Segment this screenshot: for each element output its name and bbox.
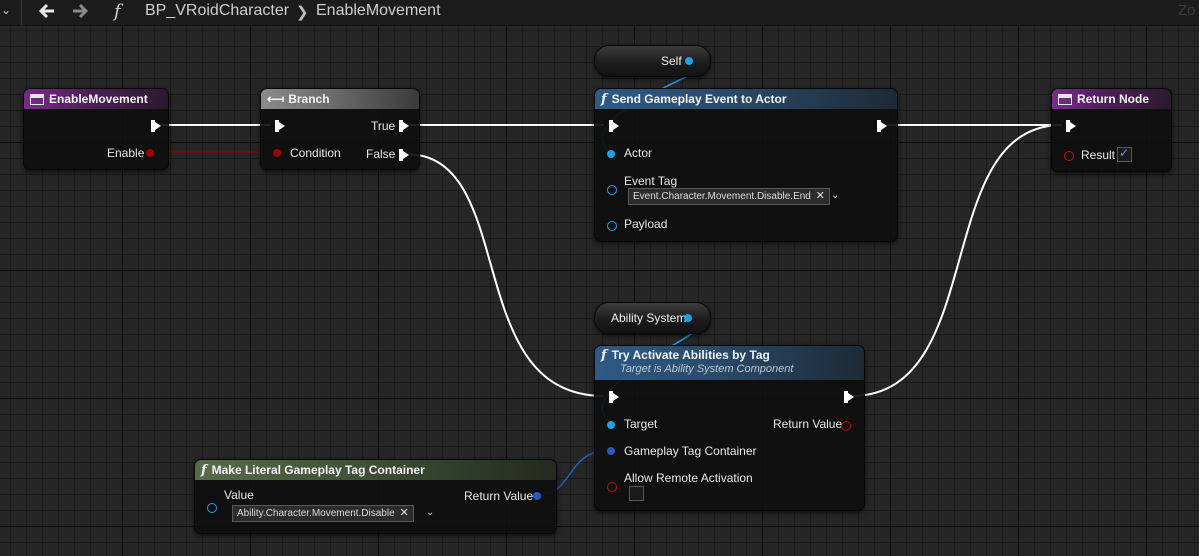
result-bool-pin[interactable]	[1064, 151, 1074, 161]
clear-tag-icon[interactable]: ✕	[816, 189, 825, 204]
var-node-ability-system[interactable]: Ability System	[594, 302, 711, 334]
exec-in-pin[interactable]	[275, 120, 285, 132]
pin-label-payload: Payload	[624, 217, 668, 231]
exec-out-pin[interactable]	[151, 120, 161, 132]
zoom-label: Zo	[1178, 2, 1196, 19]
graph-toolbar: ⌄ f BP_VRoidCharacter ❯ EnableMovement Z…	[0, 0, 1199, 26]
condition-bool-pin[interactable]	[273, 149, 281, 157]
arrow-right-icon	[73, 3, 89, 19]
value-tag[interactable]: Ability.Character.Movement.Disable ✕	[232, 505, 414, 522]
toolbar-divider	[21, 0, 22, 25]
node-return[interactable]: Return Node Result	[1051, 88, 1172, 172]
return-struct-pin[interactable]	[533, 492, 541, 500]
node-header: ⟻ Branch	[261, 89, 419, 109]
allow-remote-bool-pin[interactable]	[607, 482, 617, 492]
exec-out-pin[interactable]	[844, 391, 854, 403]
function-icon: f	[201, 462, 207, 478]
payload-pin[interactable]	[607, 221, 617, 231]
node-branch[interactable]: ⟻ Branch True Condition False	[260, 88, 420, 170]
exec-wire	[405, 153, 605, 397]
function-icon: f	[114, 1, 121, 22]
event-tag-value[interactable]: Event.Character.Movement.Disable.End ✕	[628, 188, 830, 205]
breadcrumb-function[interactable]: EnableMovement	[316, 2, 441, 20]
result-checkbox[interactable]	[1117, 146, 1132, 162]
node-title: Branch	[288, 92, 330, 106]
actor-object-pin[interactable]	[607, 150, 615, 158]
exec-in-pin[interactable]	[1066, 120, 1076, 132]
pin-label-actor: Actor	[624, 146, 653, 160]
function-result-icon	[1058, 93, 1072, 105]
exec-true-pin[interactable]	[399, 120, 409, 132]
var-label-self: Self	[661, 54, 682, 68]
return-bool-pin[interactable]	[841, 421, 851, 431]
chevron-down-icon[interactable]: ⌄	[831, 190, 839, 201]
node-title: Send Gameplay Event to Actor	[611, 92, 787, 106]
function-icon: f	[601, 91, 607, 107]
event-tag-text: Event.Character.Movement.Disable.End	[633, 191, 811, 202]
pin-label-target: Target	[624, 417, 658, 431]
exec-out-pin[interactable]	[877, 120, 887, 132]
target-object-pin[interactable]	[607, 421, 615, 429]
value-pin[interactable]	[207, 503, 217, 513]
node-header: f Try Activate Abilities by Tag Target is…	[595, 346, 864, 380]
pin-label-return-value: Return Value	[464, 489, 534, 503]
pin-label-return-value: Return Value	[773, 417, 843, 431]
node-header: EnableMovement	[24, 89, 168, 109]
node-subtitle: Target is Ability System Component	[620, 363, 794, 375]
pin-label-event-tag: Event Tag	[624, 174, 678, 188]
pin-label-false: False	[366, 147, 396, 161]
chevron-down-icon[interactable]: ⌄	[426, 507, 434, 518]
node-header: f Make Literal Gameplay Tag Container	[195, 460, 556, 480]
node-header: Return Node	[1052, 89, 1171, 109]
node-send-gameplay-event[interactable]: f Send Gameplay Event to Actor Actor Eve…	[594, 88, 898, 242]
forward-button[interactable]	[70, 1, 92, 21]
node-title: Make Literal Gameplay Tag Container	[211, 463, 425, 477]
function-icon: f	[601, 348, 607, 363]
back-button[interactable]	[36, 1, 58, 21]
pin-label-result: Result	[1081, 148, 1116, 162]
node-header: f Send Gameplay Event to Actor	[595, 89, 897, 109]
node-title: Try Activate Abilities by Tag	[611, 348, 770, 362]
var-node-self[interactable]: Self	[594, 45, 711, 77]
clear-tag-icon[interactable]: ✕	[399, 506, 408, 521]
node-enable-movement[interactable]: EnableMovement Enable	[23, 88, 169, 170]
exec-false-pin[interactable]	[399, 149, 409, 161]
tag-container-pin[interactable]	[607, 447, 615, 455]
branch-icon: ⟻	[267, 92, 285, 106]
pin-label-value: Value	[224, 488, 254, 502]
pin-label-enable: Enable	[107, 146, 145, 160]
node-try-activate-abilities[interactable]: f Try Activate Abilities by Tag Target is…	[594, 345, 865, 511]
pin-label-tag-container: Gameplay Tag Container	[624, 444, 757, 458]
chevron-down-icon[interactable]: ⌄	[1, 3, 11, 17]
ability-system-object-pin[interactable]	[684, 314, 692, 322]
node-title: EnableMovement	[49, 92, 148, 106]
pin-label-allow-remote: Allow Remote Activation	[624, 471, 753, 485]
breadcrumb-separator-icon: ❯	[296, 4, 309, 21]
exec-in-pin[interactable]	[609, 120, 619, 132]
enable-bool-pin[interactable]	[146, 149, 154, 157]
pin-label-condition: Condition	[290, 146, 341, 160]
exec-in-pin[interactable]	[609, 391, 619, 403]
node-title: Return Node	[1077, 92, 1149, 106]
arrow-left-icon	[38, 3, 54, 19]
function-entry-icon	[30, 93, 44, 105]
breadcrumb-blueprint[interactable]: BP_VRoidCharacter	[145, 2, 289, 20]
pin-label-true: True	[371, 119, 396, 133]
self-object-pin[interactable]	[685, 57, 693, 65]
node-make-literal-tag-container[interactable]: f Make Literal Gameplay Tag Container Va…	[194, 459, 557, 534]
value-tag-text: Ability.Character.Movement.Disable	[237, 508, 395, 519]
var-label-ability-system: Ability System	[611, 311, 687, 325]
allow-remote-checkbox[interactable]	[629, 486, 644, 501]
event-tag-pin[interactable]	[607, 185, 617, 195]
